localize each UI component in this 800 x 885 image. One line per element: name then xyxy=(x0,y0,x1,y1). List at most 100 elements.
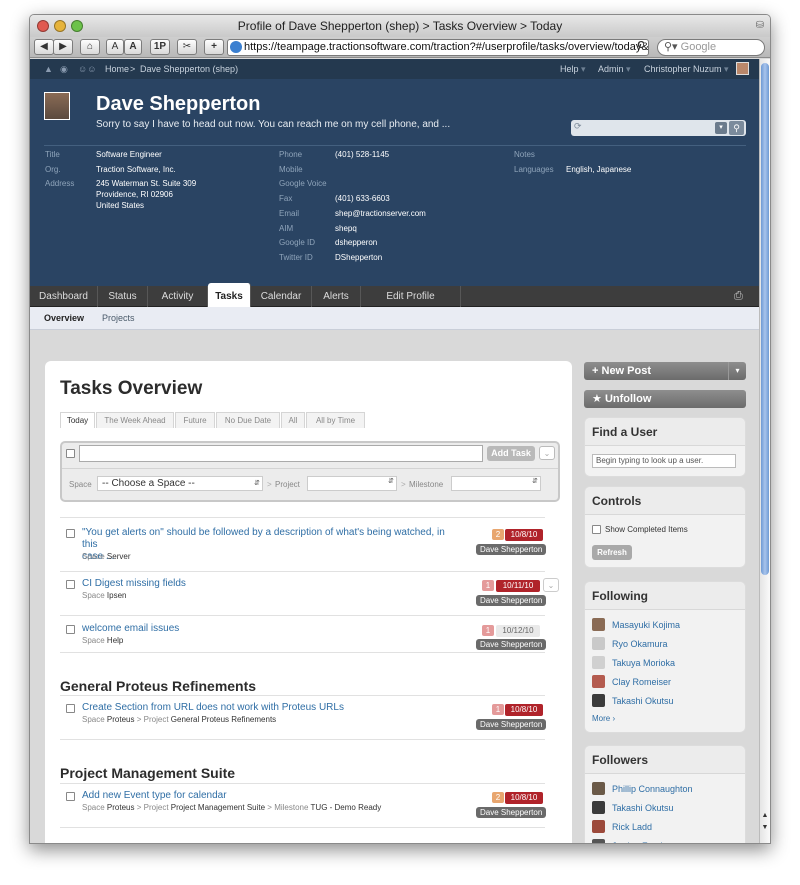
snapshot-button[interactable]: ✂ xyxy=(177,39,197,55)
chevron-down-icon[interactable]: ⌄ xyxy=(543,578,559,592)
chevron-down-icon[interactable]: ⌄ xyxy=(539,446,555,460)
task-title[interactable]: Create Section from URL does not work wi… xyxy=(82,702,344,714)
user-link[interactable]: Rick Ladd xyxy=(592,820,740,834)
breadcrumb-home[interactable]: Home xyxy=(105,59,129,79)
search-field[interactable]: ⚲▾ Google xyxy=(657,39,765,56)
vertical-scrollbar[interactable]: ▲ ▼ xyxy=(759,59,770,843)
help-menu[interactable]: Help ▾ xyxy=(560,59,586,79)
user-link[interactable]: Takuya Morioka xyxy=(592,656,740,670)
new-post-button[interactable]: + New Post ▾ xyxy=(584,362,746,380)
assignee-badge[interactable]: Dave Shepperton xyxy=(476,719,547,730)
filter-tab-the-week-ahead[interactable]: The Week Ahead xyxy=(96,412,174,428)
home-button[interactable]: ⌂ xyxy=(80,39,100,55)
field-value: 245 Waterman St. Suite 309 xyxy=(96,179,197,189)
add-task-button[interactable]: Add Task xyxy=(487,446,535,461)
minimize-window-button[interactable] xyxy=(54,20,66,32)
profile-header: Dave Shepperton Sorry to say I have to h… xyxy=(30,79,761,286)
unfollow-button[interactable]: ★ Unfollow xyxy=(584,390,746,408)
print-icon[interactable]: ⎙ xyxy=(734,290,743,303)
reload-button[interactable]: C xyxy=(634,39,648,55)
divider xyxy=(60,571,545,572)
assignee-badge[interactable]: Dave Shepperton xyxy=(476,639,547,650)
filter-tab-today[interactable]: Today xyxy=(60,412,95,428)
task-space[interactable]: Help xyxy=(107,636,123,645)
task-checkbox[interactable] xyxy=(66,529,75,538)
task-space[interactable]: Proteus xyxy=(107,715,135,724)
filter-tab-all[interactable]: All xyxy=(281,412,305,428)
user-link[interactable]: Ryo Okamura xyxy=(592,637,740,651)
filter-tab-future[interactable]: Future xyxy=(175,412,215,428)
tab-edit-profile[interactable]: Edit Profile xyxy=(361,286,461,307)
more-link[interactable]: More › xyxy=(592,714,615,723)
tab-alerts[interactable]: Alerts xyxy=(312,286,361,307)
home-icon[interactable]: ▲ xyxy=(44,59,53,79)
assignee-badge[interactable]: Dave Shepperton xyxy=(476,544,547,555)
subtab-overview[interactable]: Overview xyxy=(44,307,84,329)
eye-icon[interactable]: ◉ xyxy=(60,59,68,79)
task-title[interactable]: CI Digest missing fields xyxy=(82,578,186,590)
larger-text-button[interactable]: A xyxy=(124,39,142,55)
new-post-label: New Post xyxy=(601,365,652,377)
task-title[interactable]: welcome email issues xyxy=(82,623,179,635)
task-title[interactable]: Add new Event type for calendar xyxy=(82,790,227,802)
user-link[interactable]: Takashi Okutsu xyxy=(592,801,740,815)
back-button[interactable]: ◀ xyxy=(34,39,54,55)
scrollbar-thumb[interactable] xyxy=(761,63,769,575)
user-link[interactable]: Clay Romeiser xyxy=(592,675,740,689)
address-bar[interactable]: https://teampage.tractionsoftware.com/tr… xyxy=(227,39,649,56)
add-bookmark-button[interactable]: + xyxy=(204,39,224,55)
task-space[interactable]: Proteus xyxy=(107,803,135,812)
dropdown-button[interactable]: ▾ xyxy=(715,122,727,134)
chevron-down-icon: ▾ xyxy=(581,64,586,74)
task-space[interactable]: Ipsen xyxy=(107,591,127,600)
task-checkbox[interactable] xyxy=(66,792,75,801)
current-user-avatar[interactable] xyxy=(736,62,749,75)
tab-calendar[interactable]: Calendar xyxy=(251,286,312,307)
new-task-input[interactable] xyxy=(79,445,483,462)
filter-tab-no-due-date[interactable]: No Due Date xyxy=(216,412,280,428)
tab-dashboard[interactable]: Dashboard xyxy=(30,286,98,307)
smaller-text-button[interactable]: A xyxy=(106,39,124,55)
plus-icon: + xyxy=(592,365,599,377)
task-checkbox[interactable] xyxy=(66,704,75,713)
find-user-input[interactable]: Begin typing to look up a user. xyxy=(592,454,736,468)
zoom-window-button[interactable] xyxy=(71,20,83,32)
refresh-button[interactable]: Refresh xyxy=(592,545,632,560)
admin-menu[interactable]: Admin ▾ xyxy=(598,59,631,79)
milestone-label: Milestone xyxy=(409,480,444,489)
project-select[interactable]: ⇵ xyxy=(307,476,397,491)
tab-activity[interactable]: Activity xyxy=(148,286,208,307)
user-link[interactable]: Takashi Okutsu xyxy=(592,694,740,708)
onepassword-button[interactable]: 1P xyxy=(150,39,170,55)
task-checkbox[interactable] xyxy=(66,625,75,634)
new-task-checkbox[interactable] xyxy=(66,449,75,458)
user-link[interactable]: Masayuki Kojima xyxy=(592,618,740,632)
task-space[interactable]: Server xyxy=(107,552,131,561)
scroll-up-arrow[interactable]: ▲ xyxy=(761,812,769,819)
chevron-down-icon[interactable]: ▾ xyxy=(728,362,746,380)
milestone-select[interactable]: ⇵ xyxy=(451,476,541,491)
task-checkbox[interactable] xyxy=(66,580,75,589)
user-link[interactable]: Jordan Frank xyxy=(592,839,740,843)
people-icon[interactable]: ☺☺ xyxy=(78,59,96,79)
forward-button[interactable]: ▶ xyxy=(53,39,73,55)
scroll-down-arrow[interactable]: ▼ xyxy=(761,824,769,831)
assignee-badge[interactable]: Dave Shepperton xyxy=(476,595,547,606)
task-milestone[interactable]: TUG - Demo Ready xyxy=(311,803,382,812)
close-window-button[interactable] xyxy=(37,20,49,32)
tab-tasks[interactable]: Tasks xyxy=(208,283,251,307)
task-title[interactable]: "You get alerts on" should be followed b… xyxy=(82,527,462,563)
user-link[interactable]: Phillip Connaughton xyxy=(592,782,740,796)
task-project[interactable]: Project Management Suite xyxy=(171,803,265,812)
task-project[interactable]: General Proteus Refinements xyxy=(171,715,276,724)
subtab-projects[interactable]: Projects xyxy=(102,307,135,329)
breadcrumb-user[interactable]: Dave Shepperton (shep) xyxy=(140,59,238,79)
tab-status[interactable]: Status xyxy=(98,286,148,307)
assignee-badge[interactable]: Dave Shepperton xyxy=(476,807,547,818)
show-completed-checkbox[interactable] xyxy=(592,525,601,534)
search-icon[interactable]: ⚲ xyxy=(729,121,744,135)
filter-tab-all-by-time[interactable]: All by Time xyxy=(306,412,365,428)
header-search-box[interactable]: ⟳ ▾ ⚲ xyxy=(571,120,746,136)
user-menu[interactable]: Christopher Nuzum ▾ xyxy=(644,59,729,79)
space-select[interactable]: -- Choose a Space -- ⇵ xyxy=(97,476,263,491)
